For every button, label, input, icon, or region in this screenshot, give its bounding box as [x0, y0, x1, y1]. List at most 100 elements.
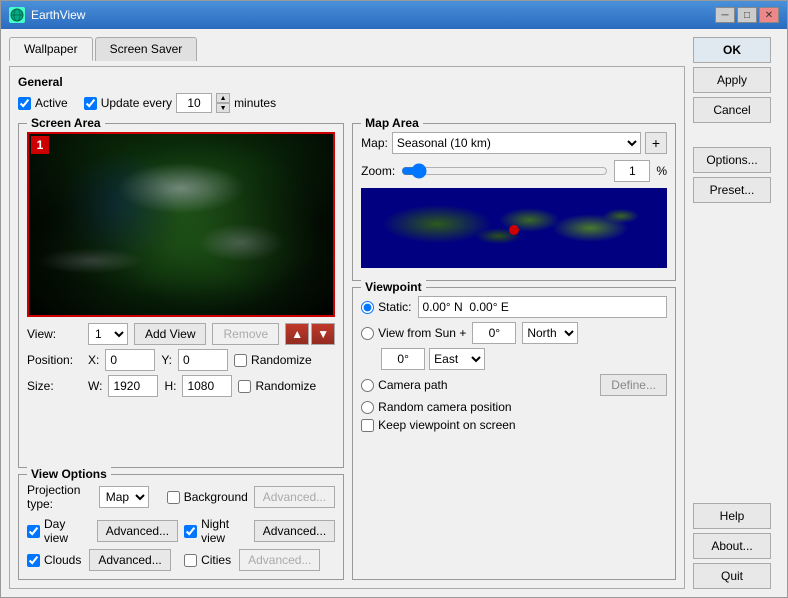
y-label: Y: [161, 353, 172, 367]
zoom-percent: % [656, 164, 667, 178]
y-input[interactable] [178, 349, 228, 371]
day-view-label[interactable]: Day view [27, 517, 89, 545]
randomize1-label[interactable]: Randomize [234, 353, 312, 367]
main-panel: Wallpaper Screen Saver General Active [9, 37, 685, 589]
keep-viewpoint-checkbox[interactable] [361, 419, 374, 432]
map-label: Map: [361, 136, 388, 150]
maximize-button[interactable]: □ [737, 7, 757, 23]
screen-area-group: Screen Area 1 [18, 123, 344, 468]
clouds-label[interactable]: Clouds [27, 553, 81, 567]
cities-checkbox[interactable] [184, 554, 197, 567]
cities-text: Cities [201, 553, 231, 567]
position-label: Position: [27, 353, 82, 367]
ok-button[interactable]: OK [693, 37, 771, 63]
tab-screensaver[interactable]: Screen Saver [95, 37, 198, 61]
active-checkbox-label[interactable]: Active [18, 96, 68, 110]
update-decrement[interactable]: ▼ [216, 103, 230, 113]
night-view-checkbox[interactable] [184, 525, 197, 538]
close-button[interactable]: ✕ [759, 7, 779, 23]
window-title: EarthView [31, 8, 85, 22]
update-increment[interactable]: ▲ [216, 93, 230, 103]
app-icon [9, 7, 25, 23]
map-marker [509, 225, 519, 235]
static-radio[interactable] [361, 301, 374, 314]
w-input[interactable] [108, 375, 158, 397]
background-checkbox[interactable] [167, 491, 180, 504]
randomize1-checkbox[interactable] [234, 354, 247, 367]
randomize1-text: Randomize [251, 353, 312, 367]
sun-deg1-input[interactable] [472, 322, 516, 344]
h-input[interactable] [182, 375, 232, 397]
static-coords-input[interactable] [418, 296, 667, 318]
viewpoint-group: Viewpoint Static: [352, 287, 676, 580]
randomize2-checkbox[interactable] [238, 380, 251, 393]
quit-button[interactable]: Quit [693, 563, 771, 589]
day-view-advanced-button[interactable]: Advanced... [97, 520, 178, 542]
zoom-label: Zoom: [361, 164, 395, 178]
night-view-label[interactable]: Night view [184, 517, 246, 545]
random-camera-label[interactable]: Random camera position [361, 400, 511, 414]
sun-dir2-select[interactable]: East West [429, 348, 485, 370]
options-button[interactable]: Options... [693, 147, 771, 173]
h-label: H: [164, 379, 176, 393]
apply-button[interactable]: Apply [693, 67, 771, 93]
update-value-input[interactable] [176, 93, 212, 113]
earth-visualization [29, 134, 333, 315]
day-view-checkbox[interactable] [27, 525, 40, 538]
view-up-button[interactable]: ▲ [285, 323, 309, 345]
w-label: W: [88, 379, 102, 393]
day-view-text: Day view [44, 517, 89, 545]
help-button[interactable]: Help [693, 503, 771, 529]
clouds-text: Clouds [44, 553, 81, 567]
right-panel: OK Apply Cancel Options... Preset... Hel… [693, 37, 779, 589]
zoom-input[interactable] [614, 160, 650, 182]
add-view-button[interactable]: Add View [134, 323, 206, 345]
projection-select[interactable]: Map [99, 486, 149, 508]
tab-bar: Wallpaper Screen Saver [9, 37, 685, 61]
projection-label: Projection type: [27, 483, 93, 511]
view-options-title: View Options [27, 467, 111, 481]
static-radio-label[interactable]: Static: [361, 300, 411, 314]
camera-path-label[interactable]: Camera path [361, 378, 447, 392]
cities-label[interactable]: Cities [184, 553, 231, 567]
screen-number: 1 [31, 136, 49, 154]
tab-wallpaper[interactable]: Wallpaper [9, 37, 93, 61]
preset-button[interactable]: Preset... [693, 177, 771, 203]
minimize-button[interactable]: ─ [715, 7, 735, 23]
background-checkbox-label[interactable]: Background [167, 490, 248, 504]
randomize2-label[interactable]: Randomize [238, 379, 316, 393]
view-select[interactable]: 1 [88, 323, 128, 345]
about-button[interactable]: About... [693, 533, 771, 559]
left-column: Screen Area 1 [18, 123, 344, 580]
title-bar: EarthView ─ □ ✕ [1, 1, 787, 29]
camera-path-radio[interactable] [361, 379, 374, 392]
zoom-slider[interactable] [401, 164, 608, 178]
active-checkbox[interactable] [18, 97, 31, 110]
map-select[interactable]: Seasonal (10 km) [392, 132, 641, 154]
x-label: X: [88, 353, 99, 367]
background-advanced-button[interactable]: Advanced... [254, 486, 335, 508]
map-add-button[interactable]: + [645, 132, 667, 154]
sun-label: View from Sun + [378, 326, 466, 340]
cancel-button[interactable]: Cancel [693, 97, 771, 123]
screen-preview: 1 [27, 132, 335, 317]
update-checkbox[interactable] [84, 97, 97, 110]
clouds-checkbox[interactable] [27, 554, 40, 567]
sun-radio[interactable] [361, 327, 374, 340]
cities-advanced-button[interactable]: Advanced... [239, 549, 320, 571]
sun-deg2-input[interactable] [381, 348, 425, 370]
background-label: Background [184, 490, 248, 504]
view-down-button[interactable]: ▼ [311, 323, 335, 345]
sun-dir1-select[interactable]: North South [522, 322, 578, 344]
sun-radio-label[interactable]: View from Sun + [361, 326, 466, 340]
random-camera-radio[interactable] [361, 401, 374, 414]
x-input[interactable] [105, 349, 155, 371]
keep-viewpoint-label[interactable]: Keep viewpoint on screen [361, 418, 515, 432]
remove-button[interactable]: Remove [212, 323, 279, 345]
night-view-advanced-button[interactable]: Advanced... [254, 520, 335, 542]
clouds-advanced-button[interactable]: Advanced... [89, 549, 170, 571]
update-checkbox-label[interactable]: Update every [84, 96, 172, 110]
two-col-layout: Screen Area 1 [18, 123, 676, 580]
define-button[interactable]: Define... [600, 374, 667, 396]
update-label: Update every [101, 96, 172, 110]
